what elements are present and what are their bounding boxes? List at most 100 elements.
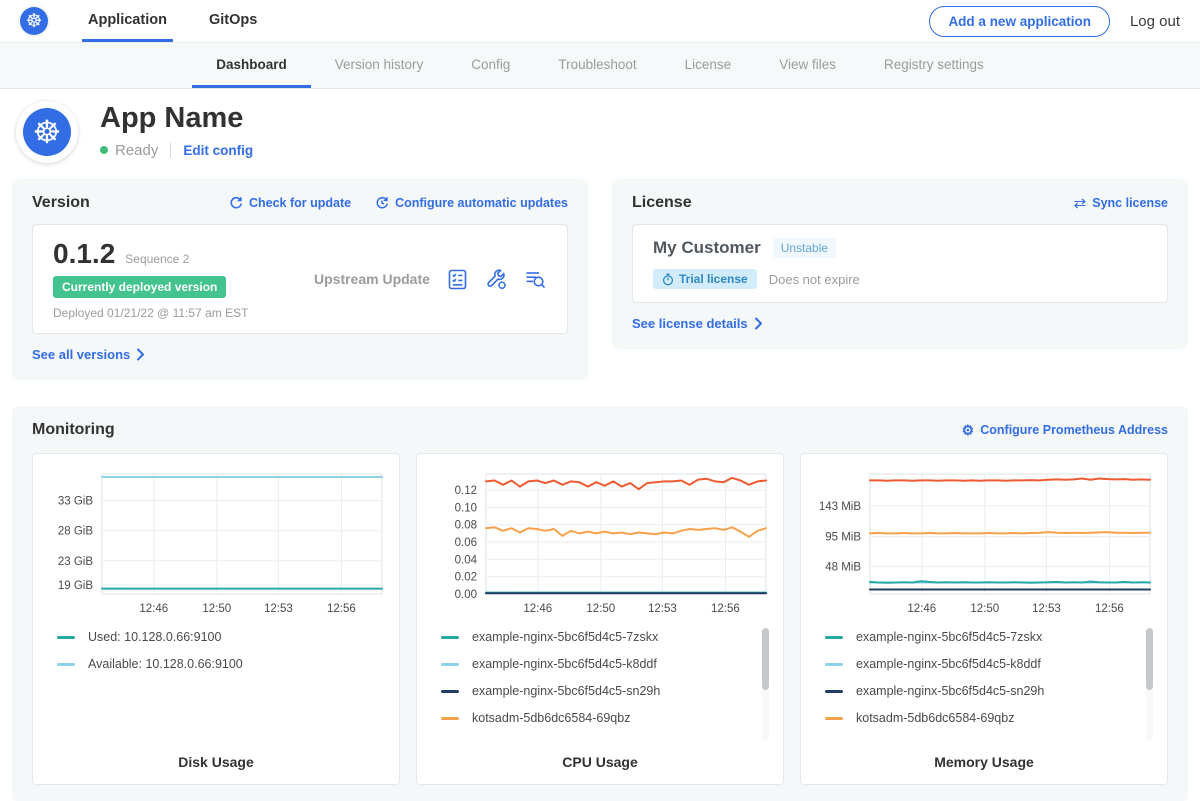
- preflight-checks-icon[interactable]: [446, 268, 469, 291]
- tab-version-history-label: Version history: [335, 57, 424, 72]
- trial-license-badge: Trial license: [653, 269, 757, 289]
- see-license-details-link[interactable]: See license details: [632, 316, 763, 331]
- memory-usage-chart: 12:4612:5012:5312:56143 MiB95 MiB48 MiB: [813, 466, 1155, 618]
- divider: [170, 143, 171, 158]
- svg-text:0.02: 0.02: [455, 572, 477, 584]
- app-sub-nav: Dashboard Version history Config Trouble…: [0, 42, 1200, 89]
- top-tab-application[interactable]: Application: [82, 0, 173, 42]
- legend-scrollbar-track[interactable]: [1146, 628, 1153, 740]
- version-sequence: Sequence 2: [125, 252, 189, 266]
- legend-label: example-nginx-5bc6f5d4c5-sn29h: [856, 684, 1044, 698]
- status-text: Ready: [115, 142, 158, 159]
- license-card: My Customer Unstable Trial license Does …: [632, 224, 1168, 303]
- legend-item: Used: 10.128.0.66:9100: [57, 630, 387, 644]
- svg-text:0.04: 0.04: [455, 554, 478, 566]
- license-panel: License ⇄ Sync license My Customer Unsta…: [612, 179, 1188, 349]
- tab-dashboard[interactable]: Dashboard: [192, 43, 311, 88]
- tab-view-files[interactable]: View files: [755, 43, 860, 88]
- sync-license-link[interactable]: ⇄ Sync license: [1074, 196, 1168, 211]
- logout-button[interactable]: Log out: [1130, 13, 1180, 30]
- svg-text:95 MiB: 95 MiB: [825, 532, 861, 544]
- top-tab-gitops[interactable]: GitOps: [203, 0, 263, 42]
- legend-scrollbar-thumb[interactable]: [1146, 628, 1153, 690]
- legend-label: example-nginx-5bc6f5d4c5-k8ddf: [472, 657, 657, 671]
- config-wrench-icon[interactable]: [485, 268, 508, 291]
- brand-logo[interactable]: ☸: [20, 0, 48, 42]
- configure-automatic-updates-label: Configure automatic updates: [395, 196, 568, 210]
- tab-registry-settings[interactable]: Registry settings: [860, 43, 1008, 88]
- deployed-version-badge: Currently deployed version: [53, 276, 226, 298]
- edit-config-link[interactable]: Edit config: [183, 143, 253, 158]
- deploy-logs-icon[interactable]: [524, 268, 547, 291]
- svg-text:0.00: 0.00: [455, 589, 477, 601]
- tab-dashboard-label: Dashboard: [216, 57, 287, 72]
- legend-swatch: [441, 663, 459, 666]
- monitoring-title: Monitoring: [32, 421, 115, 439]
- trial-license-label: Trial license: [679, 272, 748, 286]
- legend-scrollbar-track[interactable]: [762, 628, 769, 740]
- svg-text:0.06: 0.06: [455, 537, 477, 549]
- memory-usage-legend: example-nginx-5bc6f5d4c5-7zskxexample-ng…: [813, 630, 1155, 748]
- top-tab-application-label: Application: [88, 12, 167, 28]
- stopwatch-icon: [662, 273, 674, 286]
- legend-item: example-nginx-5bc6f5d4c5-sn29h: [825, 684, 1155, 698]
- configure-prometheus-link[interactable]: ⚙ Configure Prometheus Address: [962, 423, 1168, 437]
- svg-text:0.12: 0.12: [455, 485, 477, 497]
- kubernetes-app-icon: ☸: [23, 108, 71, 156]
- cpu-usage-card: 12:4612:5012:5312:560.120.100.080.060.04…: [416, 453, 784, 785]
- chevron-right-icon: [136, 348, 145, 361]
- svg-text:12:50: 12:50: [586, 603, 615, 615]
- legend-label: kotsadm-5db6dc6584-69qbz: [856, 711, 1014, 725]
- customer-name: My Customer: [653, 238, 761, 258]
- legend-item: kotsadm-5db6dc6584-69qbz: [825, 711, 1155, 725]
- legend-label: Available: 10.128.0.66:9100: [88, 657, 243, 671]
- svg-text:12:56: 12:56: [327, 603, 356, 615]
- tab-view-files-label: View files: [779, 57, 836, 72]
- legend-swatch: [441, 717, 459, 720]
- cpu-usage-legend: example-nginx-5bc6f5d4c5-7zskx example-ng…: [429, 630, 771, 748]
- svg-text:0.08: 0.08: [455, 520, 477, 532]
- disk-usage-card: 12:4612:5012:5312:5633 GiB28 GiB23 GiB19…: [32, 453, 400, 785]
- tab-troubleshoot[interactable]: Troubleshoot: [534, 43, 660, 88]
- svg-text:12:50: 12:50: [970, 603, 999, 615]
- legend-item: example-nginx-5bc6f5d4c5-k8ddf: [825, 657, 1155, 671]
- tab-config[interactable]: Config: [447, 43, 534, 88]
- legend-label: kotsadm-5db6dc6584-69qbz: [472, 711, 630, 725]
- channel-badge: Unstable: [773, 238, 836, 258]
- gear-icon: ⚙: [962, 423, 975, 437]
- page-title: App Name: [100, 103, 253, 135]
- sync-license-label: Sync license: [1092, 196, 1168, 210]
- svg-text:12:56: 12:56: [1095, 603, 1124, 615]
- tab-license[interactable]: License: [661, 43, 756, 88]
- chart-title-memory: Memory Usage: [813, 748, 1155, 770]
- cpu-usage-chart: 12:4612:5012:5312:560.120.100.080.060.04…: [429, 466, 771, 618]
- license-panel-title: License: [632, 194, 692, 212]
- svg-text:12:46: 12:46: [907, 603, 936, 615]
- legend-swatch: [825, 663, 843, 666]
- monitoring-panel: Monitoring ⚙ Configure Prometheus Addres…: [12, 406, 1188, 801]
- check-for-update-link[interactable]: Check for update: [229, 196, 351, 210]
- tab-version-history[interactable]: Version history: [311, 43, 448, 88]
- legend-swatch: [825, 717, 843, 720]
- svg-text:12:53: 12:53: [648, 603, 677, 615]
- svg-text:12:46: 12:46: [523, 603, 552, 615]
- svg-text:12:50: 12:50: [202, 603, 231, 615]
- legend-scrollbar-thumb[interactable]: [762, 628, 769, 690]
- status-ready-dot: [100, 146, 108, 154]
- configure-automatic-updates-link[interactable]: Configure automatic updates: [375, 196, 568, 210]
- legend-label: Used: 10.128.0.66:9100: [88, 630, 221, 644]
- see-all-versions-link[interactable]: See all versions: [32, 347, 145, 362]
- svg-text:23 GiB: 23 GiB: [58, 556, 93, 568]
- app-header: ☸ App Name Ready Edit config: [0, 89, 1200, 179]
- legend-label: example-nginx-5bc6f5d4c5-sn29h: [472, 684, 660, 698]
- chart-title-disk: Disk Usage: [45, 748, 387, 770]
- see-all-versions-label: See all versions: [32, 347, 130, 362]
- memory-usage-card: 12:4612:5012:5312:56143 MiB95 MiB48 MiB …: [800, 453, 1168, 785]
- disk-usage-legend: Used: 10.128.0.66:9100 Available: 10.128.…: [45, 630, 387, 748]
- add-new-application-button[interactable]: Add a new application: [929, 6, 1110, 37]
- svg-text:12:53: 12:53: [264, 603, 293, 615]
- chevron-right-icon: [754, 317, 763, 330]
- top-tab-gitops-label: GitOps: [209, 12, 257, 28]
- clock-refresh-icon: [375, 196, 389, 210]
- legend-label: example-nginx-5bc6f5d4c5-7zskx: [472, 630, 658, 644]
